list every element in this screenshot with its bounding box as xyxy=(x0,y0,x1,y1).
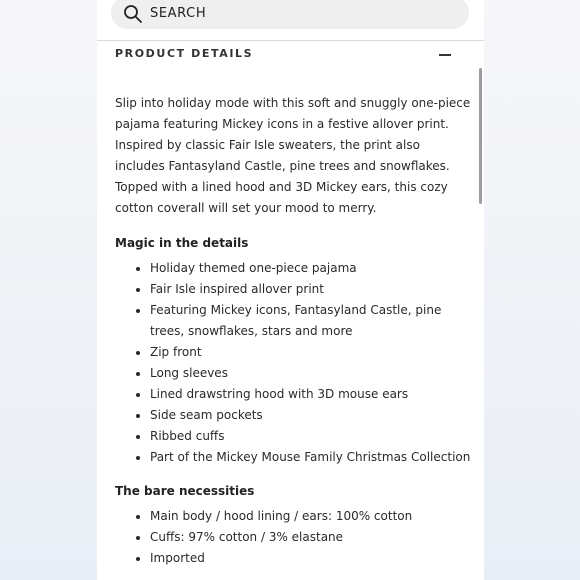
backdrop-left xyxy=(0,0,97,580)
list-item: Lined drawstring hood with 3D mouse ears xyxy=(150,384,472,405)
backdrop-right xyxy=(484,0,580,580)
search-bar[interactable]: SEARCH xyxy=(111,0,469,29)
scrollbar-thumb[interactable] xyxy=(479,68,482,204)
list-item: Fair Isle inspired allover print xyxy=(150,279,472,300)
list-item: Cuffs: 97% cotton / 3% elastane xyxy=(150,527,472,548)
search-icon xyxy=(124,5,142,23)
necessities-heading: The bare necessities xyxy=(115,484,255,498)
search-input-placeholder[interactable]: SEARCH xyxy=(150,6,206,21)
necessities-list: Main body / hood lining / ears: 100% cot… xyxy=(115,506,472,569)
product-details-accordion-header[interactable]: PRODUCT DETAILS xyxy=(97,41,484,69)
list-item: Part of the Mickey Mouse Family Christma… xyxy=(150,447,472,468)
magic-list: Holiday themed one-piece pajama Fair Isl… xyxy=(115,258,472,468)
list-item: Featuring Mickey icons, Fantasyland Cast… xyxy=(150,300,472,342)
minus-icon[interactable] xyxy=(439,54,451,56)
product-details-panel: SEARCH PRODUCT DETAILS Slip into holiday… xyxy=(97,0,484,580)
list-item: Side seam pockets xyxy=(150,405,472,426)
list-item: Holiday themed one-piece pajama xyxy=(150,258,472,279)
list-item: Ribbed cuffs xyxy=(150,426,472,447)
section-title: PRODUCT DETAILS xyxy=(115,47,254,60)
list-item: Long sleeves xyxy=(150,363,472,384)
list-item: Zip front xyxy=(150,342,472,363)
product-details-content: Slip into holiday mode with this soft an… xyxy=(115,93,472,569)
magic-heading: Magic in the details xyxy=(115,236,249,250)
list-item: Imported xyxy=(150,548,472,569)
list-item: Main body / hood lining / ears: 100% cot… xyxy=(150,506,472,527)
product-description: Slip into holiday mode with this soft an… xyxy=(115,96,471,215)
